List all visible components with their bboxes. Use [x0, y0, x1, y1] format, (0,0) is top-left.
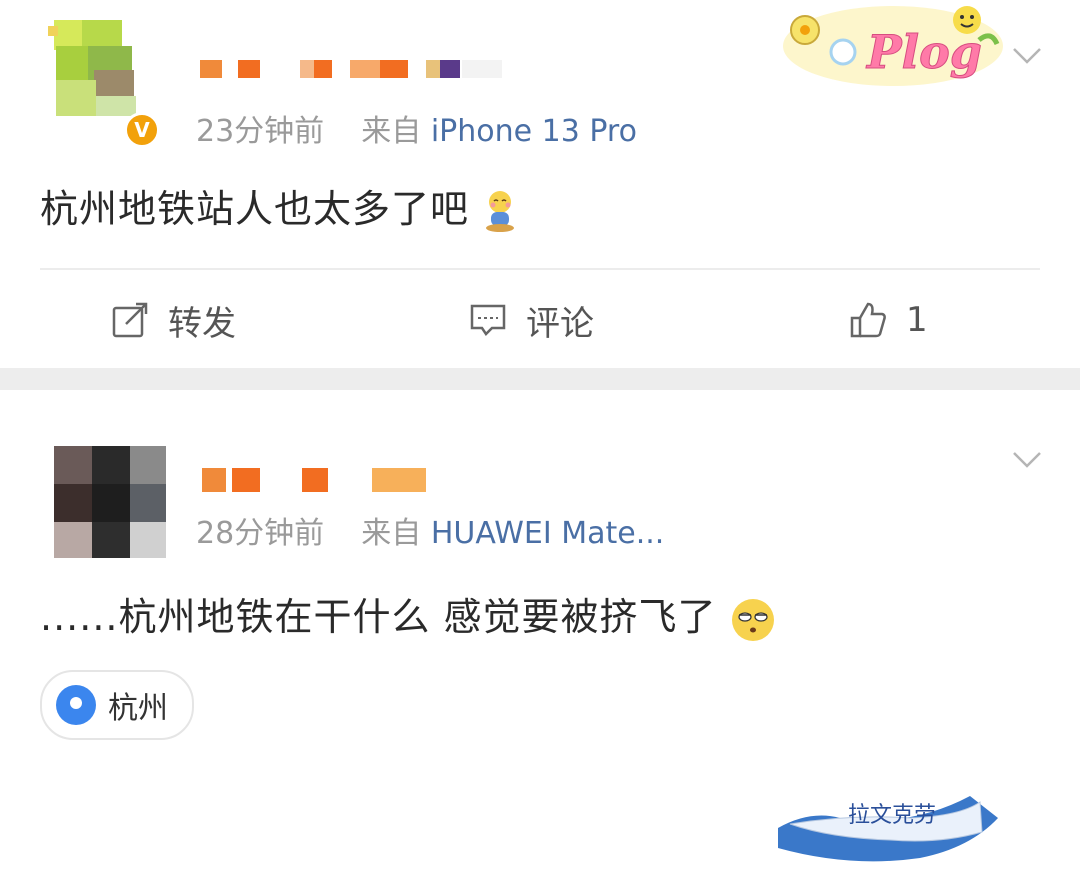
verified-badge-icon: V [124, 112, 160, 148]
source-prefix: 来自 [361, 114, 422, 149]
post-time: 28分钟前 [196, 516, 325, 551]
post-source[interactable]: iPhone 13 Pro [431, 114, 637, 149]
post-separator [0, 368, 1080, 390]
weibo-post-2: 28分钟前 来自 HUAWEI Mate... 拉文克劳 ......杭州地铁在… [0, 390, 1080, 862]
chevron-down-icon[interactable] [1010, 38, 1044, 72]
sleepy-face-emoji-icon [731, 598, 774, 641]
location-label: 杭州 [108, 691, 168, 726]
post-text: 杭州地铁站人也太多了吧 [40, 178, 522, 234]
repost-icon [112, 302, 148, 338]
username-masked[interactable] [200, 60, 520, 78]
shy-emoji-icon [486, 190, 515, 232]
avatar[interactable] [54, 446, 166, 558]
post-source[interactable]: HUAWEI Mate... [431, 516, 665, 551]
post-meta: 28分钟前 来自 HUAWEI Mate... [196, 508, 664, 552]
repost-button[interactable]: 转发 [110, 292, 236, 348]
thumbs-up-icon [850, 302, 886, 338]
source-prefix: 来自 [361, 516, 422, 551]
plog-badge-label: Plog [865, 25, 982, 79]
plog-badge-icon: Plog [783, 6, 1003, 86]
post-meta: 23分钟前 来自 iPhone 13 Pro [196, 106, 637, 150]
like-count: 1 [906, 300, 928, 340]
comment-label: 评论 [526, 303, 594, 344]
comment-button[interactable]: 评论 [468, 292, 594, 348]
location-pin-icon [56, 685, 96, 725]
chevron-down-icon[interactable] [1010, 442, 1044, 476]
post-text: ......杭州地铁在干什么 感觉要被挤飞了 [40, 586, 776, 643]
ravenclaw-ribbon-badge-icon: 拉文克劳 [778, 796, 998, 862]
repost-label: 转发 [168, 303, 236, 344]
ribbon-badge-label: 拉文克劳 [848, 803, 936, 828]
like-button[interactable]: 1 [848, 292, 928, 348]
post-time: 23分钟前 [196, 114, 325, 149]
divider [40, 268, 1040, 270]
location-tag[interactable]: 杭州 [40, 670, 194, 740]
weibo-post-1: V 23分钟前 来自 iPhone 13 Pro Plog 杭州地铁站人也太多了… [0, 0, 1080, 368]
comment-icon [470, 304, 506, 336]
username-masked[interactable] [202, 468, 442, 492]
avatar[interactable] [48, 20, 144, 116]
